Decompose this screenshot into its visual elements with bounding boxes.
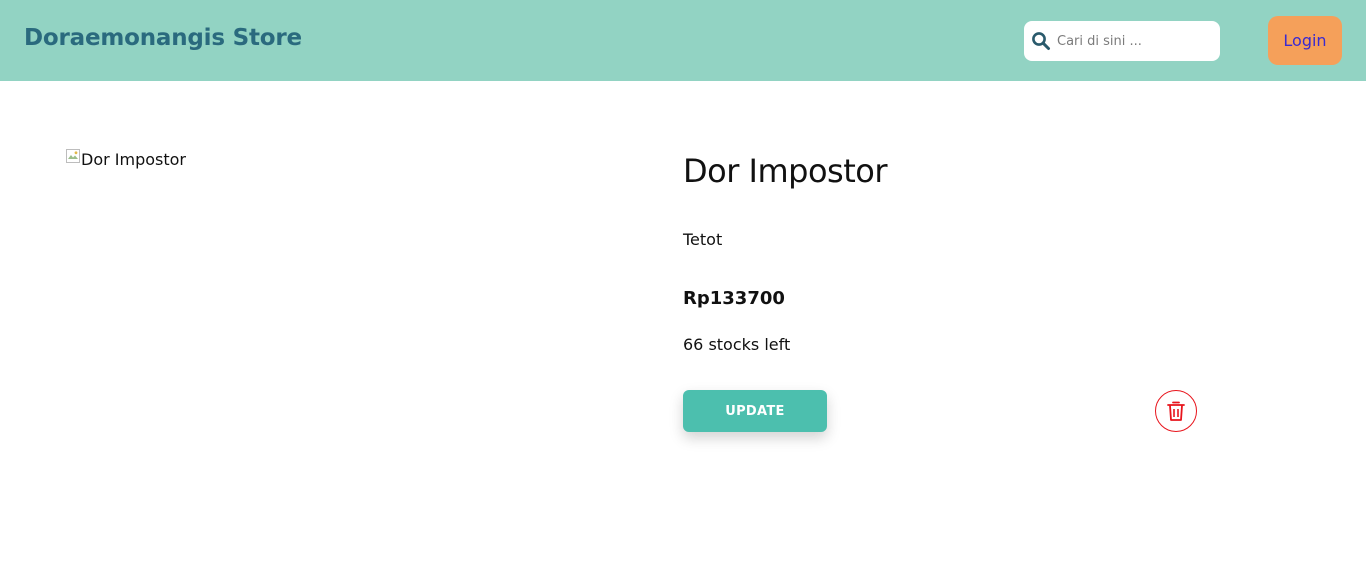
broken-image-icon [66,149,80,163]
navbar: Doraemonangis Store Login [0,0,1366,81]
brand-logo[interactable]: Doraemonangis Store [24,25,302,51]
delete-button[interactable] [1155,390,1197,432]
product-image: Dor Impostor [65,148,625,448]
product-price: Rp133700 [683,288,785,309]
search-input[interactable] [1057,29,1212,53]
search-box[interactable] [1024,21,1220,61]
product-description: Tetot [683,230,723,249]
product-title: Dor Impostor [683,152,888,190]
search-icon [1032,32,1050,50]
image-alt-text: Dor Impostor [81,150,186,169]
login-button[interactable]: Login [1268,16,1342,65]
trash-icon [1167,401,1185,421]
update-button[interactable]: UPDATE [683,390,827,432]
product-stock: 66 stocks left [683,335,791,354]
